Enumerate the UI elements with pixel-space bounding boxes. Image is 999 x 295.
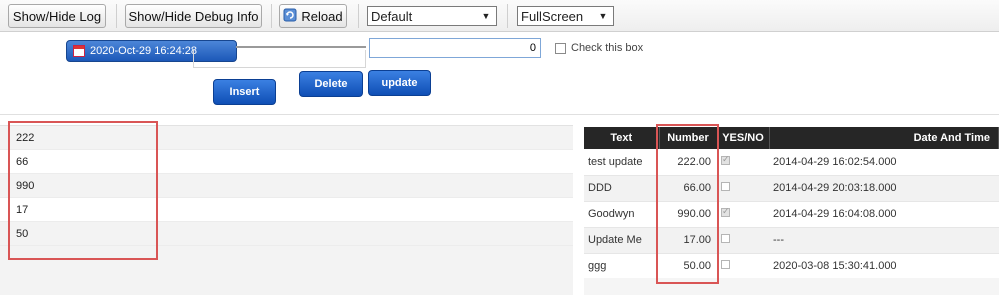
cell-date-time: 2014-04-29 16:04:08.000 <box>769 201 999 228</box>
chevron-down-icon: ▼ <box>481 11 491 21</box>
toolbar-separator <box>271 4 272 28</box>
checkbox-label: Check this box <box>571 42 644 54</box>
column-header-yes-no[interactable]: YES/NO <box>717 127 770 149</box>
slider-track[interactable] <box>236 46 366 48</box>
table-row[interactable]: Update Me 17.00 --- <box>584 227 999 254</box>
grid-footer <box>584 278 999 295</box>
show-hide-log-label: Show/Hide Log <box>12 8 102 24</box>
toolbar-separator <box>116 4 117 28</box>
cell-date-time: --- <box>769 227 999 254</box>
mode-select-value: FullScreen <box>521 8 584 24</box>
cell-yes-no <box>717 227 769 254</box>
column-header-text[interactable]: Text <box>584 127 660 149</box>
data-grid: Text Number YES/NO Date And Time test up… <box>584 127 999 280</box>
date-picker-value: 2020-Oct-29 16:24:28 <box>90 45 198 57</box>
column-header-date-time[interactable]: Date And Time <box>769 127 999 149</box>
calendar-icon <box>73 45 85 57</box>
checkbox[interactable] <box>555 42 566 54</box>
cell-text: ggg <box>584 253 659 280</box>
cell-text: DDD <box>584 175 659 202</box>
show-hide-log-button[interactable]: Show/Hide Log <box>8 4 106 28</box>
show-hide-debug-button[interactable]: Show/Hide Debug Info <box>125 4 262 28</box>
highlight-box-number-column <box>656 124 719 284</box>
row-checkbox[interactable] <box>721 182 730 191</box>
table-row[interactable]: Goodwyn 990.00 2014-04-29 16:04:08.000 <box>584 201 999 228</box>
divider <box>0 114 999 115</box>
reload-label: Reload <box>301 8 343 24</box>
number-input[interactable] <box>369 38 541 58</box>
row-checkbox[interactable] <box>721 234 730 243</box>
update-button[interactable]: update <box>368 70 431 96</box>
highlight-box-list <box>8 121 158 260</box>
mode-select[interactable]: FullScreen ▼ <box>517 6 614 26</box>
theme-select[interactable]: Default ▼ <box>367 6 497 26</box>
update-label: update <box>381 77 418 89</box>
cell-yes-no <box>717 175 769 202</box>
check-this-box[interactable]: Check this box <box>555 42 643 54</box>
toolbar-separator <box>507 4 508 28</box>
table-row[interactable]: DDD 66.00 2014-04-29 20:03:18.000 <box>584 175 999 202</box>
table-row[interactable]: ggg 50.00 2020-03-08 15:30:41.000 <box>584 253 999 280</box>
cell-yes-no <box>717 201 769 228</box>
cell-date-time: 2014-04-29 16:02:54.000 <box>769 149 999 176</box>
toolbar: Show/Hide Log Show/Hide Debug Info Reloa… <box>0 0 999 32</box>
reload-icon <box>283 8 297 25</box>
toolbar-separator <box>358 4 359 28</box>
cell-date-time: 2020-03-08 15:30:41.000 <box>769 253 999 280</box>
delete-button[interactable]: Delete <box>299 71 363 97</box>
insert-label: Insert <box>229 86 260 98</box>
cell-date-time: 2014-04-29 20:03:18.000 <box>769 175 999 202</box>
row-checkbox[interactable] <box>721 154 730 165</box>
show-hide-debug-label: Show/Hide Debug Info <box>128 8 259 24</box>
table-row[interactable]: test update 222.00 2014-04-29 16:02:54.0… <box>584 149 999 176</box>
chevron-down-icon: ▼ <box>598 11 608 21</box>
row-checkbox[interactable] <box>721 206 730 217</box>
slider-frame <box>193 50 366 68</box>
insert-button[interactable]: Insert <box>213 79 276 105</box>
cell-text: Goodwyn <box>584 201 659 228</box>
cell-text: test update <box>584 149 659 176</box>
cell-yes-no <box>717 149 769 176</box>
theme-select-value: Default <box>371 8 413 24</box>
row-checkbox[interactable] <box>721 260 730 269</box>
cell-yes-no <box>717 253 769 280</box>
cell-text: Update Me <box>584 227 659 254</box>
reload-button[interactable]: Reload <box>279 4 347 28</box>
delete-label: Delete <box>314 78 348 90</box>
